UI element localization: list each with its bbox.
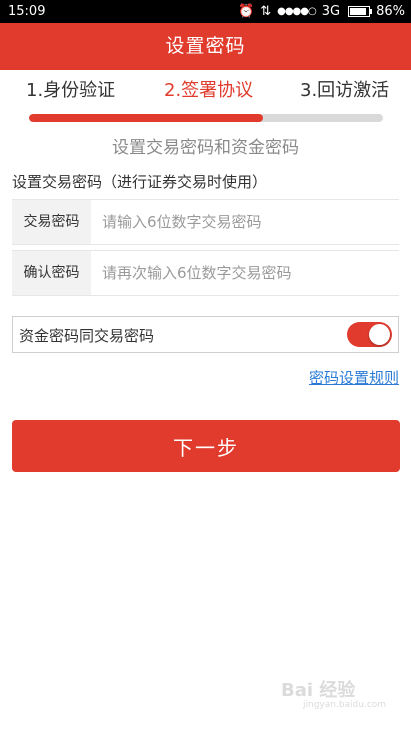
confirm-password-row: 确认密码 <box>12 250 399 296</box>
trade-password-input[interactable] <box>102 200 392 244</box>
page-title: 设置密码 <box>165 35 246 57</box>
same-password-toggle[interactable] <box>347 322 392 347</box>
confirm-password-input[interactable] <box>102 251 392 295</box>
watermark-logo: Bai 经验 <box>281 680 356 701</box>
data-transfer-icon: ⇅ <box>260 4 272 19</box>
toggle-knob <box>369 324 390 345</box>
baidu-watermark: Bai 经验 jingyan.baidu.com <box>281 676 391 716</box>
confirm-password-label: 确认密码 <box>12 251 91 295</box>
next-step-button[interactable]: 下一步 <box>12 420 400 472</box>
password-rules-link[interactable]: 密码设置规则 <box>309 367 399 388</box>
alarm-icon: ⏰ <box>238 4 255 19</box>
watermark-url: jingyan.baidu.com <box>303 700 387 710</box>
section-subtitle: 设置交易密码和资金密码 <box>112 138 299 158</box>
step-indicator: 1.身份验证 2.签署协议 3.回访激活 <box>0 70 411 110</box>
progress-fill <box>29 114 263 122</box>
trade-password-section-label: 设置交易密码（进行证券交易时使用） <box>12 173 268 191</box>
trade-password-label: 交易密码 <box>12 200 91 244</box>
step-2-agreement: 2.签署协议 <box>164 80 254 101</box>
status-icons: ⏰ ⇅ ●●●●○ 3G 86% <box>238 4 405 19</box>
same-password-label: 资金密码同交易密码 <box>19 327 155 345</box>
status-bar: 15:09 ⏰ ⇅ ●●●●○ 3G 86% <box>0 0 411 23</box>
step-3-activation: 3.回访激活 <box>300 80 390 101</box>
step-1-identity: 1.身份验证 <box>26 80 116 101</box>
battery-icon <box>348 6 373 17</box>
progress-bar <box>29 114 383 122</box>
same-password-row: 资金密码同交易密码 <box>12 316 399 353</box>
battery-percent: 86% <box>376 4 405 19</box>
title-bar: 设置密码 <box>0 23 411 70</box>
network-type: 3G <box>321 4 341 19</box>
status-time: 15:09 <box>8 4 46 19</box>
trade-password-row: 交易密码 <box>12 199 399 245</box>
signal-icon: ●●●●○ <box>277 6 317 17</box>
